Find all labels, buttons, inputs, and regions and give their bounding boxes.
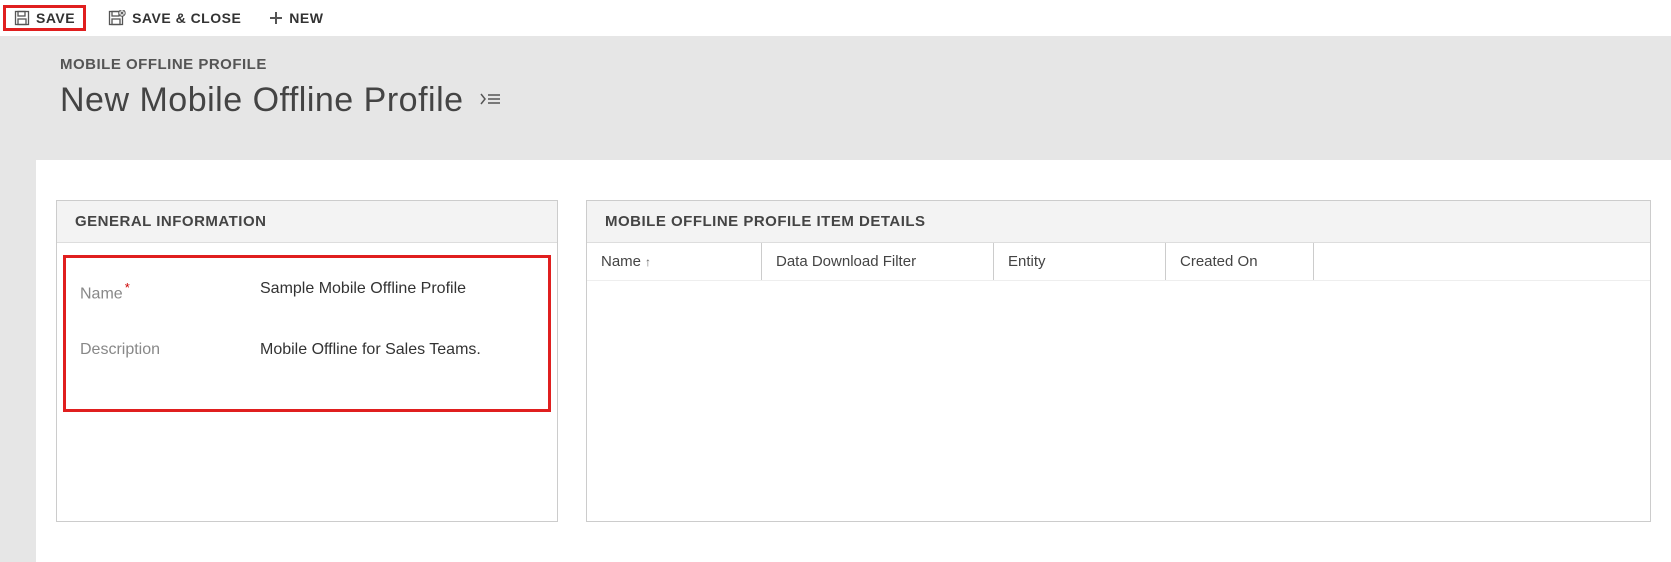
table-header: Name ↑ Data Download Filter Entity Creat…: [587, 243, 1650, 281]
column-entity[interactable]: Entity: [994, 243, 1166, 280]
column-data-download-filter[interactable]: Data Download Filter: [762, 243, 994, 280]
column-name[interactable]: Name ↑: [587, 243, 762, 280]
name-field-label: Name*: [80, 280, 260, 303]
form-selector-icon[interactable]: [480, 91, 502, 110]
main-content: GENERAL INFORMATION Name* Sample Mobile …: [36, 160, 1671, 562]
description-field-value[interactable]: Mobile Offline for Sales Teams.: [260, 341, 534, 359]
general-info-panel: GENERAL INFORMATION Name* Sample Mobile …: [56, 200, 558, 522]
fields-highlight: Name* Sample Mobile Offline Profile Desc…: [63, 255, 551, 412]
save-close-button-label: SAVE & CLOSE: [132, 10, 241, 26]
save-button-label: SAVE: [36, 10, 75, 26]
left-gutter: [0, 160, 36, 562]
description-field-label: Description: [80, 341, 260, 359]
general-info-header: GENERAL INFORMATION: [57, 201, 557, 243]
item-details-panel: MOBILE OFFLINE PROFILE ITEM DETAILS Name…: [586, 200, 1651, 522]
sort-ascending-icon: ↑: [645, 255, 651, 269]
page-title: New Mobile Offline Profile: [60, 81, 464, 120]
page-header: MOBILE OFFLINE PROFILE New Mobile Offlin…: [0, 36, 1671, 160]
description-field-row: Description Mobile Offline for Sales Tea…: [80, 341, 534, 359]
plus-icon: [269, 11, 283, 25]
save-button[interactable]: SAVE: [3, 5, 86, 31]
column-filter-label: Data Download Filter: [776, 253, 916, 270]
save-close-button[interactable]: SAVE & CLOSE: [102, 6, 247, 30]
column-entity-label: Entity: [1008, 253, 1046, 270]
save-close-icon: [108, 10, 126, 26]
new-button[interactable]: NEW: [263, 6, 329, 30]
command-bar: SAVE SAVE & CLOSE NEW: [0, 0, 1671, 36]
item-details-header: MOBILE OFFLINE PROFILE ITEM DETAILS: [587, 201, 1650, 243]
column-created-label: Created On: [1180, 253, 1258, 270]
save-icon: [14, 10, 30, 26]
name-field-value[interactable]: Sample Mobile Offline Profile: [260, 280, 534, 298]
column-name-label: Name: [601, 253, 641, 270]
column-created-on[interactable]: Created On: [1166, 243, 1314, 280]
column-spacer: [1314, 243, 1650, 280]
main-wrap: GENERAL INFORMATION Name* Sample Mobile …: [0, 160, 1671, 562]
name-field-row: Name* Sample Mobile Offline Profile: [80, 280, 534, 303]
name-label-text: Name: [80, 285, 123, 302]
new-button-label: NEW: [289, 10, 323, 26]
breadcrumb: MOBILE OFFLINE PROFILE: [60, 56, 1611, 73]
required-indicator: *: [125, 280, 130, 295]
table-body: [587, 281, 1650, 521]
